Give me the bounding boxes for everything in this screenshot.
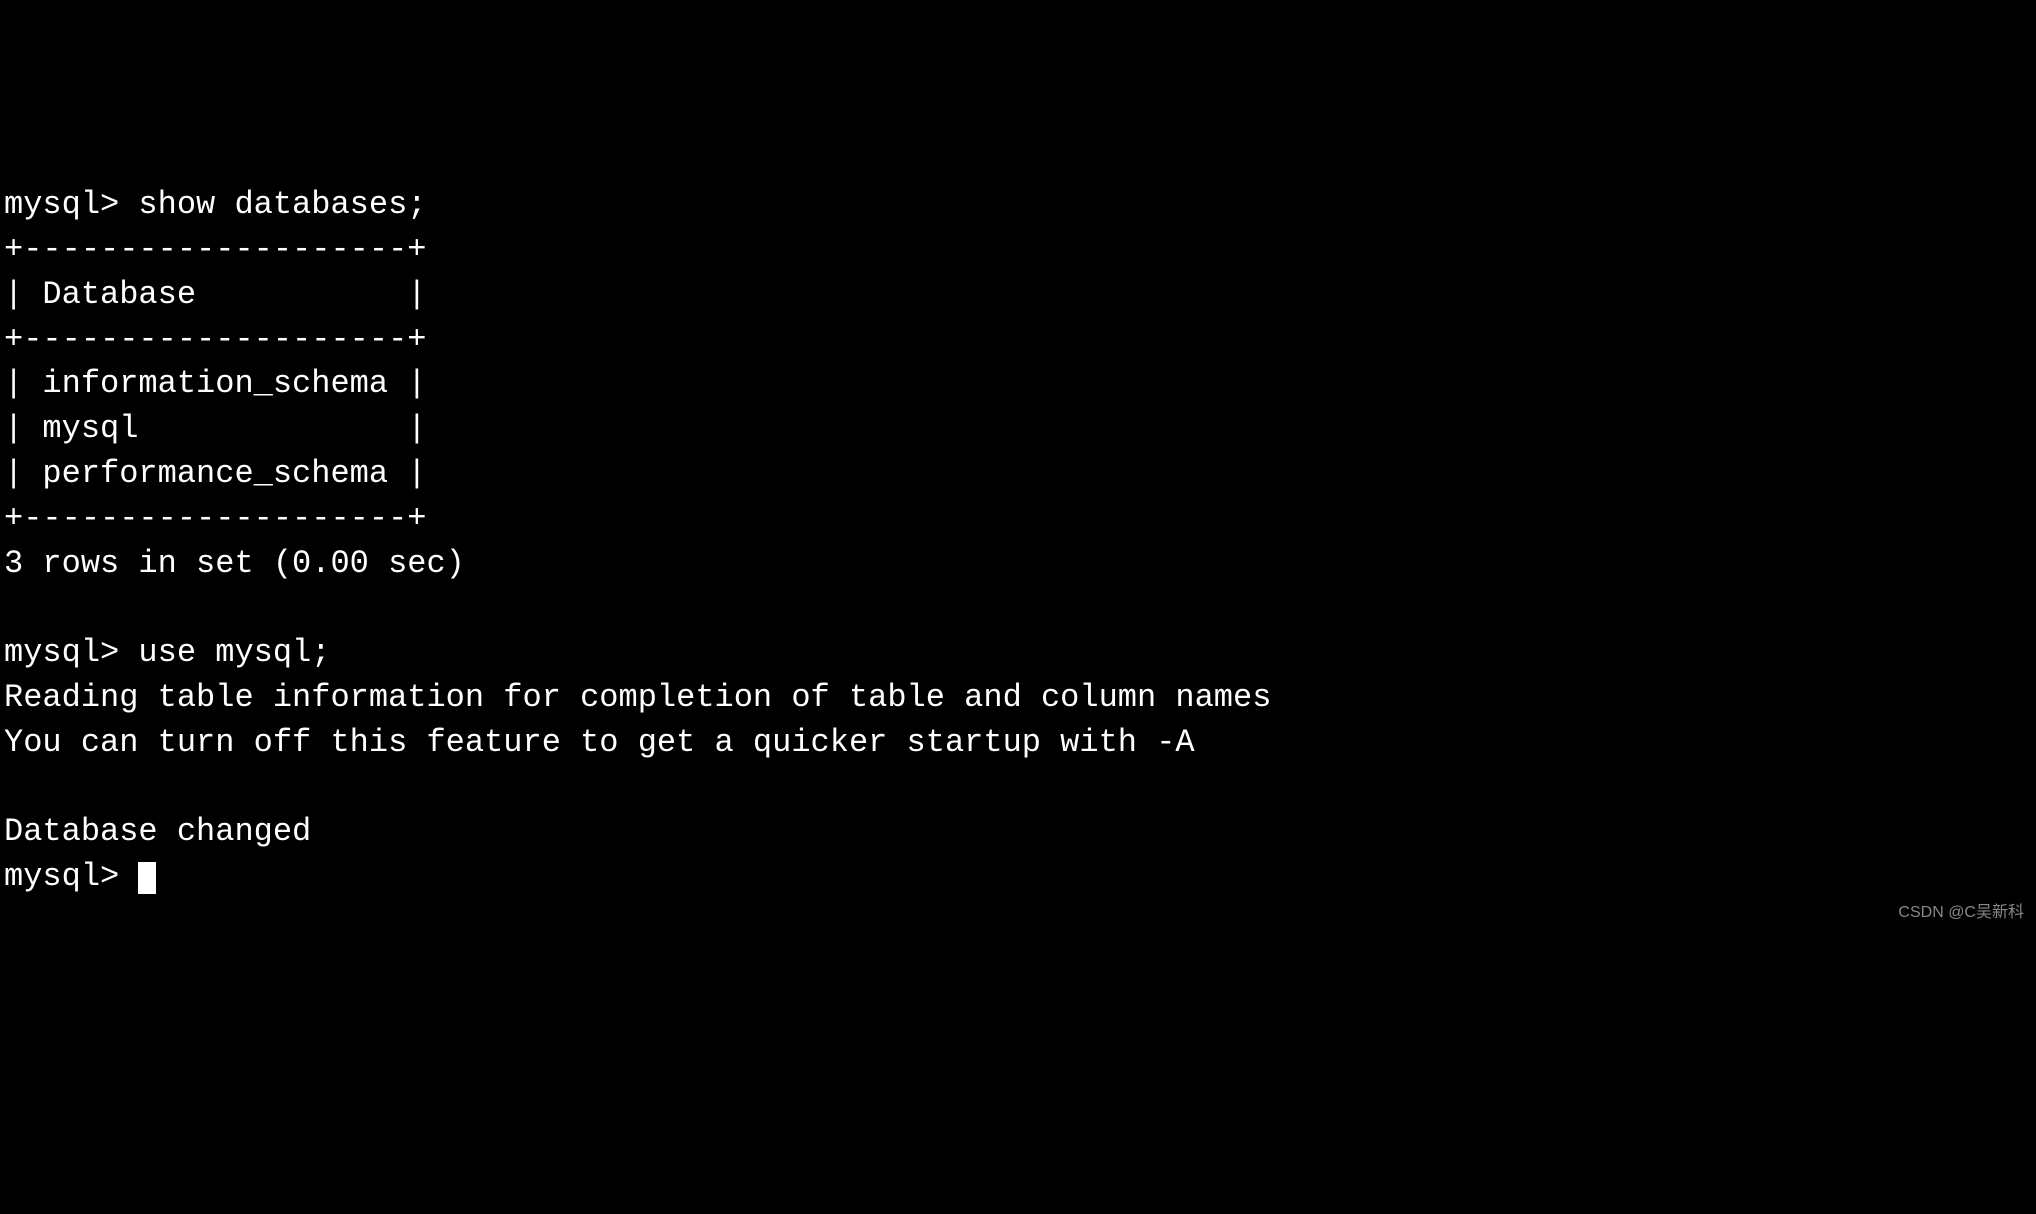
table-border-mid: +--------------------+: [4, 321, 426, 358]
prompt-line-1: mysql> show databases;: [4, 186, 426, 223]
table-header-row: | Database |: [4, 276, 426, 313]
prompt-line-3: mysql>: [4, 858, 156, 895]
table-row: | performance_schema |: [4, 455, 426, 492]
mysql-prompt: mysql>: [4, 858, 138, 895]
mysql-prompt: mysql>: [4, 186, 138, 223]
table-row: | information_schema |: [4, 365, 426, 402]
table-border-bottom: +--------------------+: [4, 500, 426, 537]
turnoff-info: You can turn off this feature to get a q…: [4, 724, 1195, 761]
table-border-top: +--------------------+: [4, 231, 426, 268]
prompt-line-2: mysql> use mysql;: [4, 634, 330, 671]
mysql-prompt: mysql>: [4, 634, 138, 671]
reading-info: Reading table information for completion…: [4, 679, 1271, 716]
cursor-block[interactable]: [138, 862, 156, 894]
table-row: | mysql |: [4, 410, 426, 447]
command-show-databases: show databases;: [138, 186, 426, 223]
watermark-text: CSDN @C吴新科: [1898, 902, 2024, 924]
terminal-output[interactable]: mysql> show databases; +----------------…: [4, 183, 2032, 900]
database-changed: Database changed: [4, 813, 311, 850]
result-summary: 3 rows in set (0.00 sec): [4, 545, 465, 582]
command-use-mysql: use mysql;: [138, 634, 330, 671]
